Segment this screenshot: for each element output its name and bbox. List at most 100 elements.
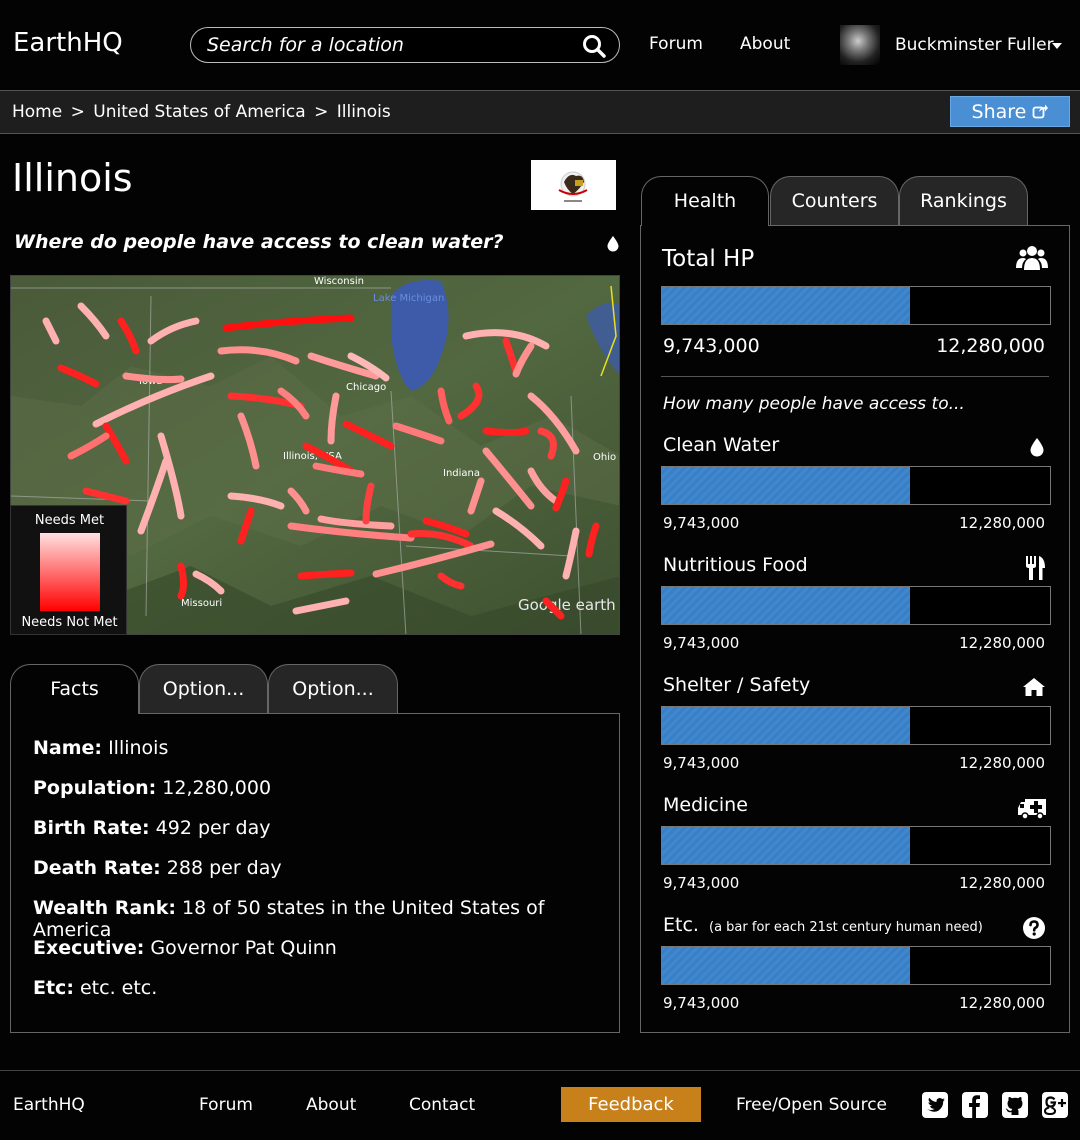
breadcrumb-separator: > [70, 102, 85, 122]
legend-gradient [40, 533, 100, 611]
user-menu[interactable]: Buckminster Fuller [895, 35, 1054, 55]
header: EarthHQ Forum About Buckminster Fuller [0, 0, 1080, 90]
home-icon [1023, 678, 1045, 696]
need-title-clean-water: Clean Water [663, 434, 780, 456]
fact-value: Governor Pat Quinn [150, 937, 337, 959]
footer-contact[interactable]: Contact [409, 1095, 475, 1115]
map-watermark: Google earth [518, 596, 616, 614]
total-hp-title: Total HP [662, 246, 755, 272]
fact-executive: Executive: Governor Pat Quinn [33, 937, 337, 959]
breadcrumb: Home > United States of America > Illino… [12, 102, 394, 122]
facts-panel: Name: Illinois Population: 12,280,000 Bi… [10, 713, 620, 1033]
total-hp-max: 12,280,000 [936, 335, 1045, 357]
search-box[interactable] [190, 27, 620, 63]
need-bar-fill [662, 587, 911, 624]
need-bar-shelter-safety [661, 706, 1051, 745]
share-button[interactable]: Share [950, 96, 1070, 127]
map-label-wisconsin: Wisconsin [314, 276, 364, 287]
footer-open-source[interactable]: Free/Open Source [736, 1095, 887, 1115]
divider [661, 376, 1049, 377]
fact-label: Etc: [33, 977, 74, 999]
avatar[interactable] [840, 25, 880, 65]
map-question: Where do people have access to clean wat… [14, 231, 504, 253]
breadcrumb-separator: > [314, 102, 329, 122]
fork-knife-icon [1026, 556, 1045, 580]
tab-counters[interactable]: Counters [770, 176, 899, 226]
fact-etc: Etc: etc. etc. [33, 977, 157, 999]
breadcrumb-state: Illinois [336, 102, 391, 122]
facebook-icon[interactable] [962, 1092, 988, 1118]
search-input[interactable] [207, 33, 567, 57]
fact-label: Birth Rate: [33, 817, 150, 839]
legend-needs-met: Needs Met [34, 513, 105, 528]
need-bar-fill [662, 827, 911, 864]
fact-wealth-rank: Wealth Rank: 18 of 50 states in the Unit… [33, 897, 619, 941]
fact-value: etc. etc. [79, 977, 158, 999]
need-current: 9,743,000 [663, 994, 740, 1012]
fact-label: Wealth Rank: [33, 897, 176, 919]
search-icon[interactable] [581, 33, 607, 59]
need-current: 9,743,000 [663, 634, 740, 652]
need-current: 9,743,000 [663, 754, 740, 772]
fact-population: Population: 12,280,000 [33, 777, 271, 799]
need-bar-fill [662, 707, 911, 744]
fact-label: Population: [33, 777, 157, 799]
question-icon[interactable] [1022, 916, 1046, 940]
water-drop-icon [1030, 438, 1044, 457]
fact-value: Illinois [108, 737, 169, 759]
map-label-lake-michigan: Lake Michigan [373, 293, 444, 304]
feedback-button[interactable]: Feedback [561, 1087, 701, 1122]
footer-about[interactable]: About [306, 1095, 356, 1115]
twitter-icon[interactable] [922, 1092, 948, 1118]
people-group-icon [1016, 246, 1048, 270]
need-title-etc: Etc. (a bar for each 21st century human … [663, 914, 983, 936]
share-icon [1033, 104, 1049, 119]
breadcrumb-home[interactable]: Home [12, 102, 62, 122]
logo[interactable]: EarthHQ [13, 28, 123, 58]
nav-forum[interactable]: Forum [649, 34, 703, 54]
health-panel: Total HP 9,743,000 12,280,000 How many p… [640, 225, 1070, 1033]
tab-option-1[interactable]: Option... [139, 664, 268, 714]
map-label-chicago: Chicago [346, 382, 386, 393]
map-label-ohio: Ohio [593, 452, 616, 463]
tab-rankings[interactable]: Rankings [899, 176, 1028, 226]
need-max: 12,280,000 [959, 514, 1045, 532]
github-icon[interactable] [1002, 1092, 1028, 1118]
nav-about[interactable]: About [740, 34, 790, 54]
water-drop-icon [607, 236, 619, 252]
fact-death-rate: Death Rate: 288 per day [33, 857, 282, 879]
fact-value: 288 per day [166, 857, 282, 879]
tab-health[interactable]: Health [641, 176, 769, 226]
need-current: 9,743,000 [663, 514, 740, 532]
need-max: 12,280,000 [959, 874, 1045, 892]
tab-option-2[interactable]: Option... [268, 664, 398, 714]
google-plus-icon[interactable] [1042, 1092, 1068, 1118]
footer-logo[interactable]: EarthHQ [13, 1095, 85, 1115]
tab-facts[interactable]: Facts [10, 664, 139, 714]
fact-label: Executive: [33, 937, 145, 959]
map-label-missouri: Missouri [181, 598, 222, 609]
page-title: Illinois [12, 156, 133, 200]
need-bar-fill [662, 947, 911, 984]
need-title-nutritious-food: Nutritious Food [663, 554, 808, 576]
map-legend: Needs Met Needs Not Met [10, 505, 127, 635]
need-title-shelter-safety: Shelter / Safety [663, 674, 811, 696]
breadcrumb-bar: Home > United States of America > Illino… [0, 90, 1080, 134]
legend-needs-not-met: Needs Not Met [21, 615, 118, 630]
fact-label: Name: [33, 737, 103, 759]
access-question: How many people have access to... [663, 394, 965, 414]
fact-birth-rate: Birth Rate: 492 per day [33, 817, 271, 839]
breadcrumb-country[interactable]: United States of America [93, 102, 305, 122]
footer: EarthHQ Forum About Contact Feedback Fre… [0, 1070, 1080, 1140]
map-label-indiana: Indiana [443, 468, 480, 479]
need-current: 9,743,000 [663, 874, 740, 892]
need-bar-nutritious-food [661, 586, 1051, 625]
need-title-medicine: Medicine [663, 794, 748, 816]
total-hp-current: 9,743,000 [663, 335, 760, 357]
footer-forum[interactable]: Forum [199, 1095, 253, 1115]
caret-down-icon[interactable] [1052, 43, 1062, 49]
total-hp-bar [661, 286, 1051, 325]
need-bar-medicine [661, 826, 1051, 865]
need-max: 12,280,000 [959, 634, 1045, 652]
fact-label: Death Rate: [33, 857, 161, 879]
